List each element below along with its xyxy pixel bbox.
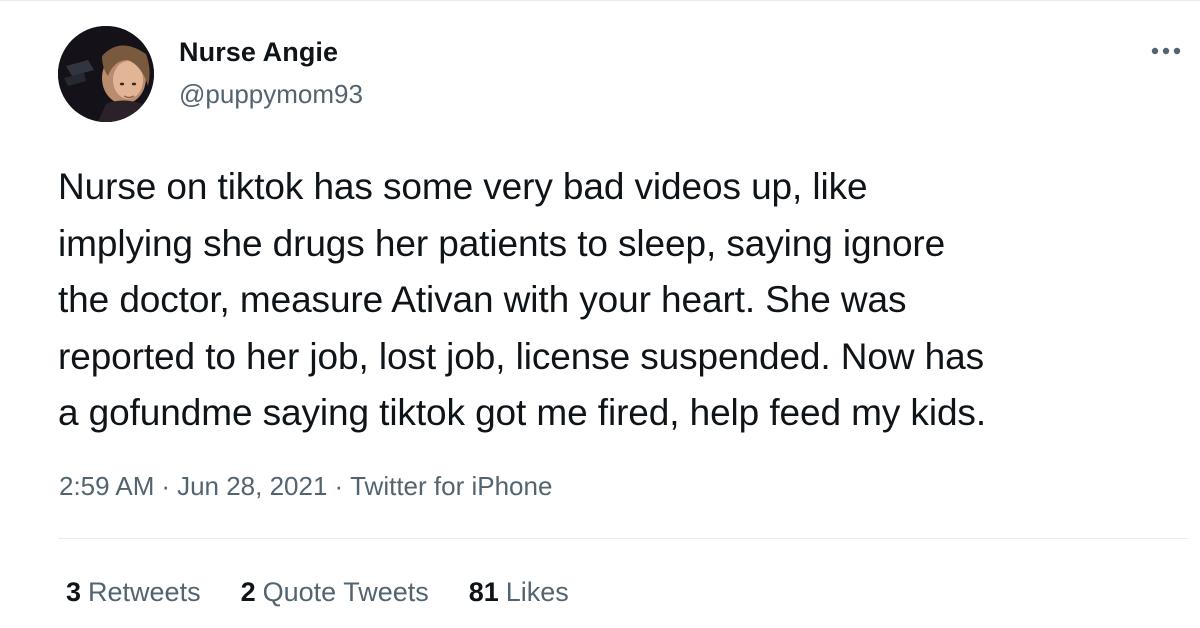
quote-tweets-stat[interactable]: 2 Quote Tweets — [241, 577, 429, 608]
more-options-button[interactable] — [1148, 37, 1184, 65]
tweet-card: Nurse Angie @puppymom93 Nurse on tiktok … — [0, 0, 1200, 628]
avatar[interactable] — [58, 26, 154, 122]
tweet-date[interactable]: Jun 28, 2021 — [177, 471, 327, 501]
tweet-meta: 2:59 AM · Jun 28, 2021 · Twitter for iPhone — [59, 471, 552, 502]
tweet-stats: 3 Retweets 2 Quote Tweets 81 Likes — [66, 577, 609, 608]
tweet-source[interactable]: Twitter for iPhone — [350, 471, 552, 501]
author-handle[interactable]: @puppymom93 — [179, 79, 363, 110]
quote-tweets-label: Quote Tweets — [262, 577, 429, 607]
divider — [58, 538, 1188, 539]
tweet-time[interactable]: 2:59 AM — [59, 471, 154, 501]
retweets-label: Retweets — [88, 577, 201, 607]
retweets-count: 3 — [66, 577, 82, 607]
quote-tweets-count: 2 — [240, 577, 256, 607]
tweet-text: Nurse on tiktok has some very bad videos… — [58, 166, 987, 433]
retweets-stat[interactable]: 3 Retweets — [66, 577, 201, 608]
likes-label: Likes — [505, 577, 569, 607]
meta-separator: · — [334, 471, 344, 501]
author-display-name[interactable]: Nurse Angie — [179, 37, 338, 68]
more-horizontal-icon — [1151, 47, 1181, 55]
likes-stat[interactable]: 81 Likes — [469, 577, 569, 608]
likes-count: 81 — [468, 577, 499, 607]
meta-separator: · — [161, 471, 171, 501]
profile-photo-icon — [58, 26, 154, 122]
